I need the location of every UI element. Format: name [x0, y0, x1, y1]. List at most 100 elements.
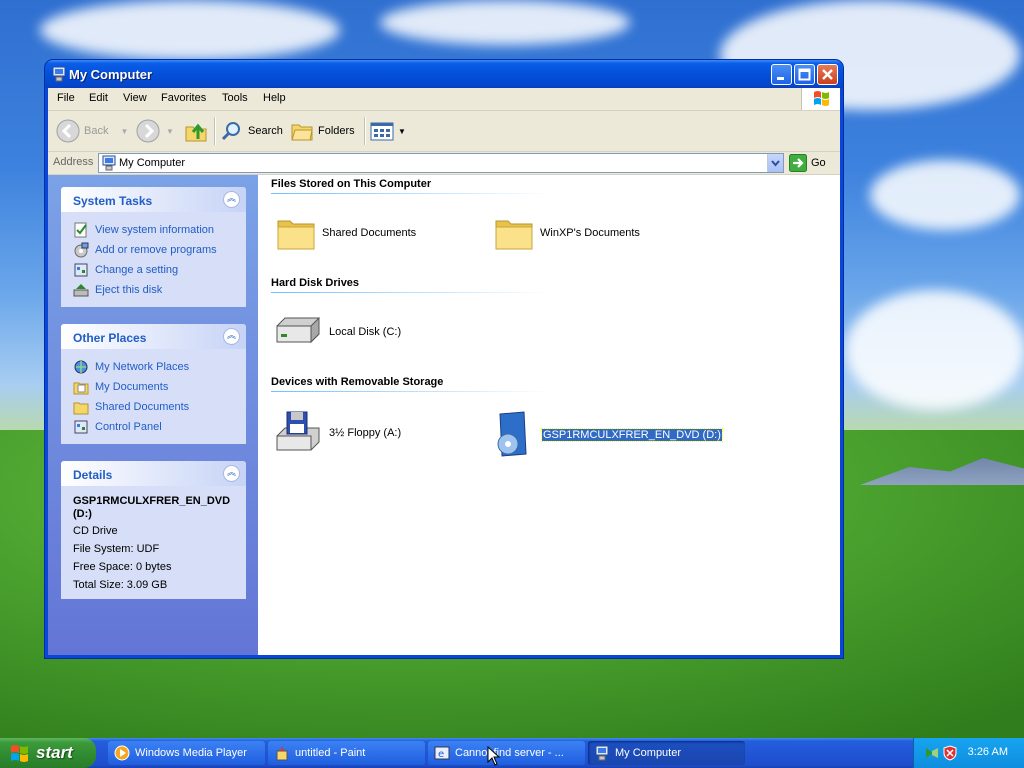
- system-tasks-panel: System Tasks ︽ View system information A…: [61, 187, 246, 307]
- collapse-chevron-icon[interactable]: ︽: [223, 465, 240, 482]
- my-documents-icon: [73, 382, 89, 395]
- task-label: View system information: [95, 224, 215, 236]
- item-label: 3½ Floppy (A:): [329, 427, 402, 439]
- media-player-icon: [114, 745, 130, 761]
- go-arrow-icon: [789, 154, 807, 172]
- standard-toolbar: Back ▼ ▼ Search Folders ▼: [48, 111, 840, 152]
- computer-icon: [595, 745, 609, 761]
- maximize-button[interactable]: [794, 64, 815, 85]
- hard-disk-icon: [276, 316, 320, 344]
- details-drive-name: GSP1RMCULXFRER_EN_DVD (D:): [73, 495, 231, 520]
- internet-explorer-icon: e: [434, 746, 450, 760]
- go-label: Go: [811, 157, 826, 169]
- start-label: start: [36, 743, 73, 762]
- collapse-chevron-icon[interactable]: ︽: [223, 191, 240, 208]
- item-label-selected: GSP1RMCULXFRER_EN_DVD (D:): [541, 428, 723, 442]
- task-add-remove-programs[interactable]: Add or remove programs: [73, 240, 236, 260]
- details-title: Details: [73, 468, 113, 482]
- task-change-setting[interactable]: Change a setting: [73, 260, 236, 280]
- address-bar: Address My Computer Go: [48, 152, 840, 175]
- folders-label: Folders: [318, 125, 355, 137]
- menu-edit[interactable]: Edit: [89, 92, 108, 104]
- details-file-system: File System: UDF: [73, 543, 160, 555]
- menu-help[interactable]: Help: [263, 92, 286, 104]
- clock: 3:26 AM: [967, 746, 1008, 758]
- dvd-disc-icon: [497, 411, 527, 457]
- search-button[interactable]: Search: [220, 117, 283, 145]
- back-dropdown-icon[interactable]: ▼: [120, 127, 128, 136]
- folders-icon: [291, 124, 313, 141]
- taskbar-my-computer[interactable]: My Computer: [588, 741, 745, 765]
- forward-button[interactable]: ▼: [136, 117, 174, 145]
- windows-logo: [801, 88, 840, 110]
- menu-file[interactable]: File: [57, 92, 75, 104]
- window-frame: File Edit View Favorites Tools Help Back…: [48, 88, 840, 655]
- taskbar-paint[interactable]: untitled - Paint: [268, 741, 425, 765]
- item-winxp-documents[interactable]: WinXP's Documents: [494, 213, 640, 253]
- task-view-system-information[interactable]: View system information: [73, 220, 236, 240]
- views-dropdown-icon[interactable]: ▼: [398, 127, 406, 136]
- network-tray-icon[interactable]: [924, 745, 940, 761]
- item-shared-documents[interactable]: Shared Documents: [276, 213, 416, 253]
- eject-icon: [73, 284, 89, 297]
- details-panel: Details ︽ GSP1RMCULXFRER_EN_DVD (D:) CD …: [61, 461, 246, 599]
- group-divider: [271, 391, 551, 392]
- item-dvd-drive-d[interactable]: GSP1RMCULXFRER_EN_DVD (D:): [490, 410, 723, 460]
- taskbar-internet-explorer[interactable]: e Cannot find server - ...: [428, 741, 585, 765]
- start-button[interactable]: start: [0, 738, 96, 768]
- item-floppy-a[interactable]: 3½ Floppy (A:): [273, 410, 401, 456]
- system-info-icon: [74, 222, 87, 238]
- security-shield-icon[interactable]: [942, 745, 958, 761]
- item-label: Shared Documents: [322, 227, 417, 239]
- up-button[interactable]: [184, 117, 208, 145]
- cloud: [40, 0, 340, 60]
- task-eject-disk[interactable]: Eject this disk: [73, 280, 236, 300]
- details-total-size: Total Size: 3.09 GB: [73, 579, 168, 591]
- close-button[interactable]: [817, 64, 838, 85]
- address-field[interactable]: My Computer: [98, 153, 784, 173]
- place-shared-documents[interactable]: Shared Documents: [73, 397, 236, 417]
- svg-text:e: e: [438, 749, 444, 760]
- go-button[interactable]: Go: [789, 153, 826, 173]
- taskbar-label: Windows Media Player: [135, 747, 247, 759]
- back-label: Back: [84, 125, 109, 137]
- folders-button[interactable]: Folders: [290, 117, 355, 145]
- place-control-panel[interactable]: Control Panel: [73, 417, 236, 437]
- address-dropdown-button[interactable]: [767, 154, 783, 172]
- taskbar-label: My Computer: [615, 747, 682, 759]
- folder-icon: [277, 220, 315, 250]
- menu-tools[interactable]: Tools: [222, 92, 248, 104]
- other-places-header[interactable]: Other Places ︽: [61, 324, 246, 349]
- details-header[interactable]: Details ︽: [61, 461, 246, 486]
- other-places-panel: Other Places ︽ My Network Places My Docu…: [61, 324, 246, 444]
- group-title: Hard Disk Drives: [271, 277, 360, 289]
- folder-icon: [495, 220, 533, 250]
- network-places-icon: [74, 360, 88, 374]
- place-my-network-places[interactable]: My Network Places: [73, 357, 236, 377]
- menu-bar: File Edit View Favorites Tools Help: [48, 88, 840, 111]
- forward-arrow-icon: [136, 119, 160, 143]
- place-my-documents[interactable]: My Documents: [73, 377, 236, 397]
- back-arrow-icon: [56, 119, 80, 143]
- title-bar[interactable]: My Computer: [45, 60, 843, 88]
- item-label: WinXP's Documents: [540, 227, 640, 239]
- details-free-space: Free Space: 0 bytes: [73, 561, 172, 573]
- search-label: Search: [248, 125, 283, 137]
- windows-flag-icon: [11, 745, 28, 762]
- views-button[interactable]: ▼: [370, 117, 406, 145]
- item-label: Local Disk (C:): [329, 326, 402, 338]
- task-label: Change a setting: [95, 264, 179, 276]
- menu-favorites[interactable]: Favorites: [161, 92, 206, 104]
- taskbar-windows-media-player[interactable]: Windows Media Player: [108, 741, 265, 765]
- back-button[interactable]: Back ▼: [56, 117, 128, 145]
- chevron-down-icon: [771, 160, 780, 167]
- collapse-chevron-icon[interactable]: ︽: [223, 328, 240, 345]
- system-tasks-header[interactable]: System Tasks ︽: [61, 187, 246, 212]
- maximize-icon: [798, 68, 811, 81]
- minimize-button[interactable]: [771, 64, 792, 85]
- group-divider: [271, 292, 551, 293]
- item-local-disk-c[interactable]: Local Disk (C:): [273, 312, 401, 352]
- control-panel-icon: [74, 263, 88, 277]
- forward-dropdown-icon[interactable]: ▼: [166, 127, 174, 136]
- menu-view[interactable]: View: [123, 92, 147, 104]
